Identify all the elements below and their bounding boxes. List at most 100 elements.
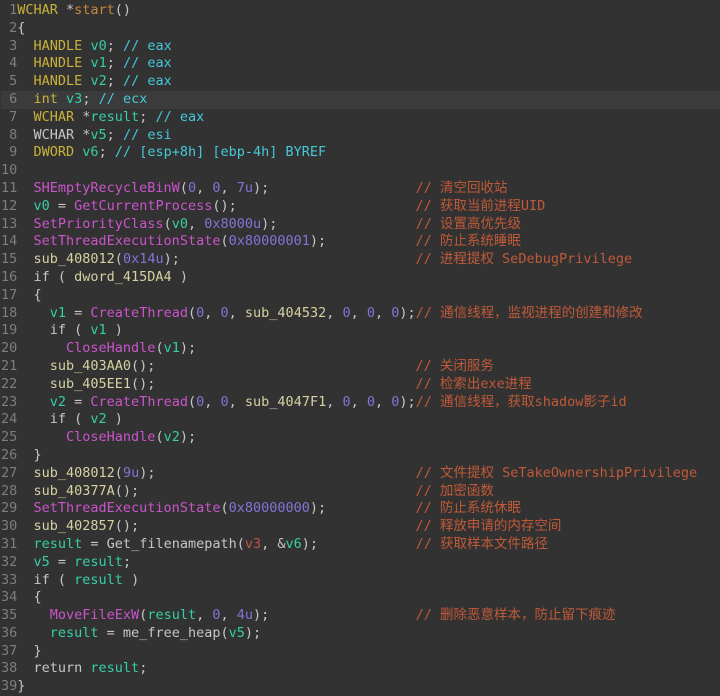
code-token: (	[188, 394, 196, 410]
code-line[interactable]: 1WCHAR *start()	[1, 2, 720, 20]
code-token: // ecx	[99, 91, 148, 107]
code-token: );	[164, 251, 180, 267]
code-token: ;	[139, 660, 147, 676]
code-token: WCHAR	[17, 2, 58, 18]
code-line[interactable]: 31 result = Get_filenamepath(v3, &v6); /…	[1, 536, 720, 554]
code-line[interactable]: 34 {	[1, 589, 720, 607]
code-token: WCHAR	[34, 109, 75, 125]
line-number: 6	[1, 91, 17, 109]
code-token: return	[17, 660, 90, 676]
code-line[interactable]: 26 }	[1, 447, 720, 465]
code-line[interactable]: 17 {	[1, 287, 720, 305]
code-line[interactable]: 5 HANDLE v2; // eax	[1, 73, 720, 91]
code-token: DWORD	[34, 144, 75, 160]
code-token: v1	[90, 55, 106, 71]
code-token	[17, 144, 33, 160]
code-line[interactable]: 15 sub_408012(0x14u); // 进程提权 SeDebugPri…	[1, 251, 720, 269]
code-line[interactable]: 13 SetPriorityClass(v0, 0x8000u); // 设置高…	[1, 216, 720, 234]
code-token: ;	[107, 73, 123, 89]
code-token: )	[107, 322, 123, 338]
code-token: *	[74, 109, 90, 125]
code-token: sub_402857	[34, 518, 115, 534]
code-line[interactable]: 21 sub_403AA0(); // 关闭服务	[1, 358, 720, 376]
code-token	[17, 483, 33, 499]
code-token: result	[50, 625, 99, 641]
code-token: // eax	[123, 38, 172, 54]
code-line[interactable]: 19 if ( v1 )	[1, 322, 720, 340]
code-line[interactable]: 24 if ( v2 )	[1, 411, 720, 429]
code-line[interactable]: 22 sub_405EE1(); // 检索出exe进程	[1, 376, 720, 394]
code-line[interactable]: 39}	[1, 678, 720, 696]
code-token	[17, 73, 33, 89]
code-token: ,	[196, 180, 212, 196]
code-line[interactable]: 28 sub_40377A(); // 加密函数	[1, 483, 720, 501]
code-token: = Get_filenamepath(	[82, 536, 245, 552]
code-comment: // 加密函数	[416, 483, 494, 499]
code-line[interactable]: 18 v1 = CreateThread(0, 0, sub_404532, 0…	[1, 305, 720, 323]
code-line[interactable]: 23 v2 = CreateThread(0, 0, sub_4047F1, 0…	[1, 394, 720, 412]
code-token: 0	[342, 394, 350, 410]
code-token: 0	[212, 607, 220, 623]
code-line[interactable]: 7 WCHAR *result; // eax	[1, 109, 720, 127]
comment-padding	[139, 483, 415, 499]
code-token: =	[66, 305, 90, 321]
code-token	[17, 358, 50, 374]
code-token: {	[17, 589, 41, 605]
code-comment: // 检索出exe进程	[416, 376, 532, 392]
code-line[interactable]: 10	[1, 162, 720, 180]
code-line[interactable]: 29 SetThreadExecutionState(0x80000000); …	[1, 500, 720, 518]
code-line[interactable]: 9 DWORD v6; // [esp+8h] [ebp-4h] BYREF	[1, 144, 720, 162]
code-token: 7u	[237, 180, 253, 196]
line-number: 28	[1, 483, 17, 501]
comment-padding	[277, 216, 415, 232]
line-number: 18	[1, 305, 17, 323]
code-token: HANDLE	[34, 38, 83, 54]
code-token: }	[17, 447, 41, 463]
code-line[interactable]: 38 return result;	[1, 660, 720, 678]
code-line[interactable]: 33 if ( result )	[1, 572, 720, 590]
code-token: 4u	[237, 607, 253, 623]
code-line[interactable]: 32 v5 = result;	[1, 554, 720, 572]
code-line[interactable]: 36 result = me_free_heap(v5);	[1, 625, 720, 643]
comment-padding	[237, 198, 416, 214]
code-token: ;	[107, 55, 123, 71]
line-number: 3	[1, 38, 17, 56]
code-line[interactable]: 35 MoveFileExW(result, 0, 4u); // 删除恶意样本…	[1, 607, 720, 625]
code-token: v5	[229, 625, 245, 641]
code-line[interactable]: 3 HANDLE v0; // eax	[1, 38, 720, 56]
code-line[interactable]: 25 CloseHandle(v2);	[1, 429, 720, 447]
code-token: dword_415DA4	[74, 269, 172, 285]
code-token: ;	[139, 109, 155, 125]
code-line[interactable]: 37 }	[1, 643, 720, 661]
code-line[interactable]: 6 int v3; // ecx	[1, 91, 720, 109]
code-line[interactable]: 11 SHEmptyRecycleBinW(0, 0, 7u); // 清空回收…	[1, 180, 720, 198]
code-comment: // 获取当前进程UID	[416, 198, 546, 214]
code-line[interactable]: 30 sub_402857(); // 释放申请的内存空间	[1, 518, 720, 536]
code-line[interactable]: 8 WCHAR *v5; // esi	[1, 127, 720, 145]
code-line[interactable]: 12 v0 = GetCurrentProcess(); // 获取当前进程UI…	[1, 198, 720, 216]
code-token: CloseHandle	[66, 340, 155, 356]
comment-padding	[326, 500, 415, 516]
code-token: ;	[107, 127, 123, 143]
code-line[interactable]: 2{	[1, 20, 720, 38]
code-line[interactable]: 27 sub_408012(9u); // 文件提权 SeTakeOwnersh…	[1, 465, 720, 483]
code-token: 0x80000001	[229, 233, 310, 249]
code-token: SHEmptyRecycleBinW	[34, 180, 180, 196]
code-token	[17, 394, 50, 410]
code-token: v6	[82, 144, 98, 160]
line-number: 36	[1, 625, 17, 643]
code-token: ,	[204, 305, 220, 321]
code-token: (	[220, 500, 228, 516]
code-line[interactable]: 4 HANDLE v1; // eax	[1, 55, 720, 73]
code-token: HANDLE	[34, 73, 83, 89]
code-token: v3	[66, 91, 82, 107]
code-token: ,	[375, 394, 391, 410]
code-line[interactable]: 14 SetThreadExecutionState(0x80000001); …	[1, 233, 720, 251]
code-token	[17, 216, 33, 232]
code-line[interactable]: 20 CloseHandle(v1);	[1, 340, 720, 358]
line-number: 12	[1, 198, 17, 216]
code-token: ,	[351, 394, 367, 410]
code-token: CloseHandle	[66, 429, 155, 445]
line-number: 37	[1, 643, 17, 661]
code-line[interactable]: 16 if ( dword_415DA4 )	[1, 269, 720, 287]
